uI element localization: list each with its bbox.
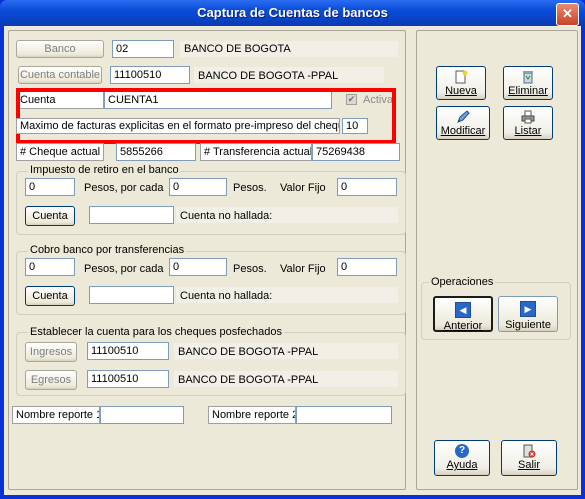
cuenta-contable-name: BANCO DE BOGOTA -PPAL: [198, 70, 339, 82]
egresos-button[interactable]: Egresos: [25, 370, 77, 390]
reporte1-label-box: Nombre reporte 1: [12, 406, 100, 424]
cobro-cuenta-field[interactable]: [89, 286, 174, 304]
ingresos-button[interactable]: Ingresos: [25, 342, 77, 362]
eliminar-button[interactable]: Eliminar: [503, 66, 553, 100]
dialog-window: Captura de Cuentas de bancos ✕ Banco 02 …: [0, 0, 585, 499]
cobro-cuenta-button[interactable]: Cuenta: [25, 286, 75, 306]
cobro-pesos-label: Pesos, por cada: [84, 263, 164, 275]
impuesto-valor-fijo-field[interactable]: 0: [337, 178, 397, 196]
listar-label: Listar: [514, 125, 542, 137]
reporte2-label: Nombre reporte 2: [212, 409, 296, 421]
impuesto-group-title: Impuesto de retiro en el banco: [28, 164, 181, 177]
help-icon: ?: [455, 444, 469, 458]
cuenta-contable-code-field[interactable]: 11100510: [110, 66, 190, 84]
close-button[interactable]: ✕: [556, 3, 579, 26]
salir-button[interactable]: Salir: [501, 440, 557, 476]
cobro-cuenta-status: Cuenta no hallada:: [180, 290, 273, 302]
reporte2-label-box: Nombre reporte 2: [208, 406, 296, 424]
cheque-actual-field[interactable]: 5855266: [116, 143, 196, 161]
cobro-valor-fijo-label: Valor Fijo: [280, 263, 326, 275]
siguiente-label: Siguiente: [505, 319, 551, 331]
nueva-label: Nueva: [445, 85, 477, 97]
banco-code-field[interactable]: 02: [112, 40, 174, 58]
ayuda-label: Ayuda: [446, 459, 478, 471]
cuenta-contable-button[interactable]: Cuenta contable: [18, 66, 102, 84]
max-facturas-label: Maximo de facturas explicitas en el form…: [20, 120, 340, 132]
new-document-icon: [455, 70, 468, 84]
reporte2-field[interactable]: [296, 406, 392, 424]
banco-button[interactable]: Banco: [16, 40, 104, 58]
anterior-button[interactable]: ◀ Anterior: [433, 296, 493, 332]
edit-icon: [457, 110, 470, 123]
impuesto-pesos-label: Pesos, por cada: [84, 182, 164, 194]
ingresos-name: BANCO DE BOGOTA -PPAL: [178, 346, 319, 358]
siguiente-button[interactable]: ▶ Siguiente: [498, 296, 558, 332]
cobro-pesos-field[interactable]: 0: [25, 258, 75, 276]
previous-icon: ◀: [455, 302, 471, 318]
printer-icon: [521, 110, 535, 124]
reporte1-field[interactable]: [100, 406, 184, 424]
close-icon: ✕: [562, 6, 573, 21]
title-bar[interactable]: Captura de Cuentas de bancos ✕: [0, 0, 585, 26]
listar-button[interactable]: Listar: [503, 106, 553, 140]
cheque-actual-label-box: # Cheque actual: [16, 143, 104, 161]
impuesto-cuenta-status: Cuenta no hallada:: [180, 210, 273, 222]
cheque-actual-label: # Cheque actual: [20, 146, 101, 158]
transferencia-actual-label: # Transferencia actual: [204, 146, 312, 158]
operaciones-group-title: Operaciones: [429, 276, 496, 289]
salir-label: Salir: [517, 459, 540, 471]
modificar-button[interactable]: Modificar: [436, 106, 490, 140]
nueva-button[interactable]: Nueva: [436, 66, 486, 100]
modificar-label: Modificar: [440, 125, 486, 137]
impuesto-por-cada-field[interactable]: 0: [169, 178, 227, 196]
ayuda-button[interactable]: ? Ayuda: [434, 440, 490, 476]
egresos-name: BANCO DE BOGOTA -PPAL: [178, 374, 319, 386]
impuesto-cuenta-button[interactable]: Cuenta: [25, 206, 75, 226]
next-icon: ▶: [520, 301, 536, 317]
window-title: Captura de Cuentas de bancos: [197, 5, 388, 20]
max-facturas-field[interactable]: 10: [342, 118, 368, 134]
exit-icon: [523, 444, 536, 458]
client-area: Banco 02 BANCO DE BOGOTA Cuenta contable…: [4, 26, 581, 495]
reporte1-label: Nombre reporte 1: [16, 409, 100, 421]
transferencia-actual-label-box: # Transferencia actual: [200, 143, 312, 161]
transferencia-actual-field[interactable]: 75269438: [312, 143, 400, 161]
recycle-bin-icon: [523, 71, 533, 84]
ingresos-code-field[interactable]: 11100510: [87, 342, 169, 360]
impuesto-valor-fijo-label: Valor Fijo: [280, 182, 326, 194]
eliminar-label: Eliminar: [508, 85, 548, 97]
posfechados-group-title: Establecer la cuenta para los cheques po…: [28, 326, 284, 339]
impuesto-cuenta-field[interactable]: [89, 206, 174, 224]
anterior-label: Anterior: [443, 320, 483, 332]
impuesto-por-cada-label: Pesos.: [233, 182, 267, 194]
cobro-por-cada-label: Pesos.: [233, 263, 267, 275]
cobro-por-cada-field[interactable]: 0: [169, 258, 227, 276]
max-facturas-label-box: Maximo de facturas explicitas en el form…: [16, 118, 340, 134]
cobro-group-title: Cobro banco por transferencias: [28, 244, 187, 257]
banco-name: BANCO DE BOGOTA: [184, 43, 291, 55]
cobro-valor-fijo-field[interactable]: 0: [337, 258, 397, 276]
impuesto-pesos-field[interactable]: 0: [25, 178, 75, 196]
egresos-code-field[interactable]: 11100510: [87, 370, 169, 388]
highlight-box: [16, 88, 396, 144]
